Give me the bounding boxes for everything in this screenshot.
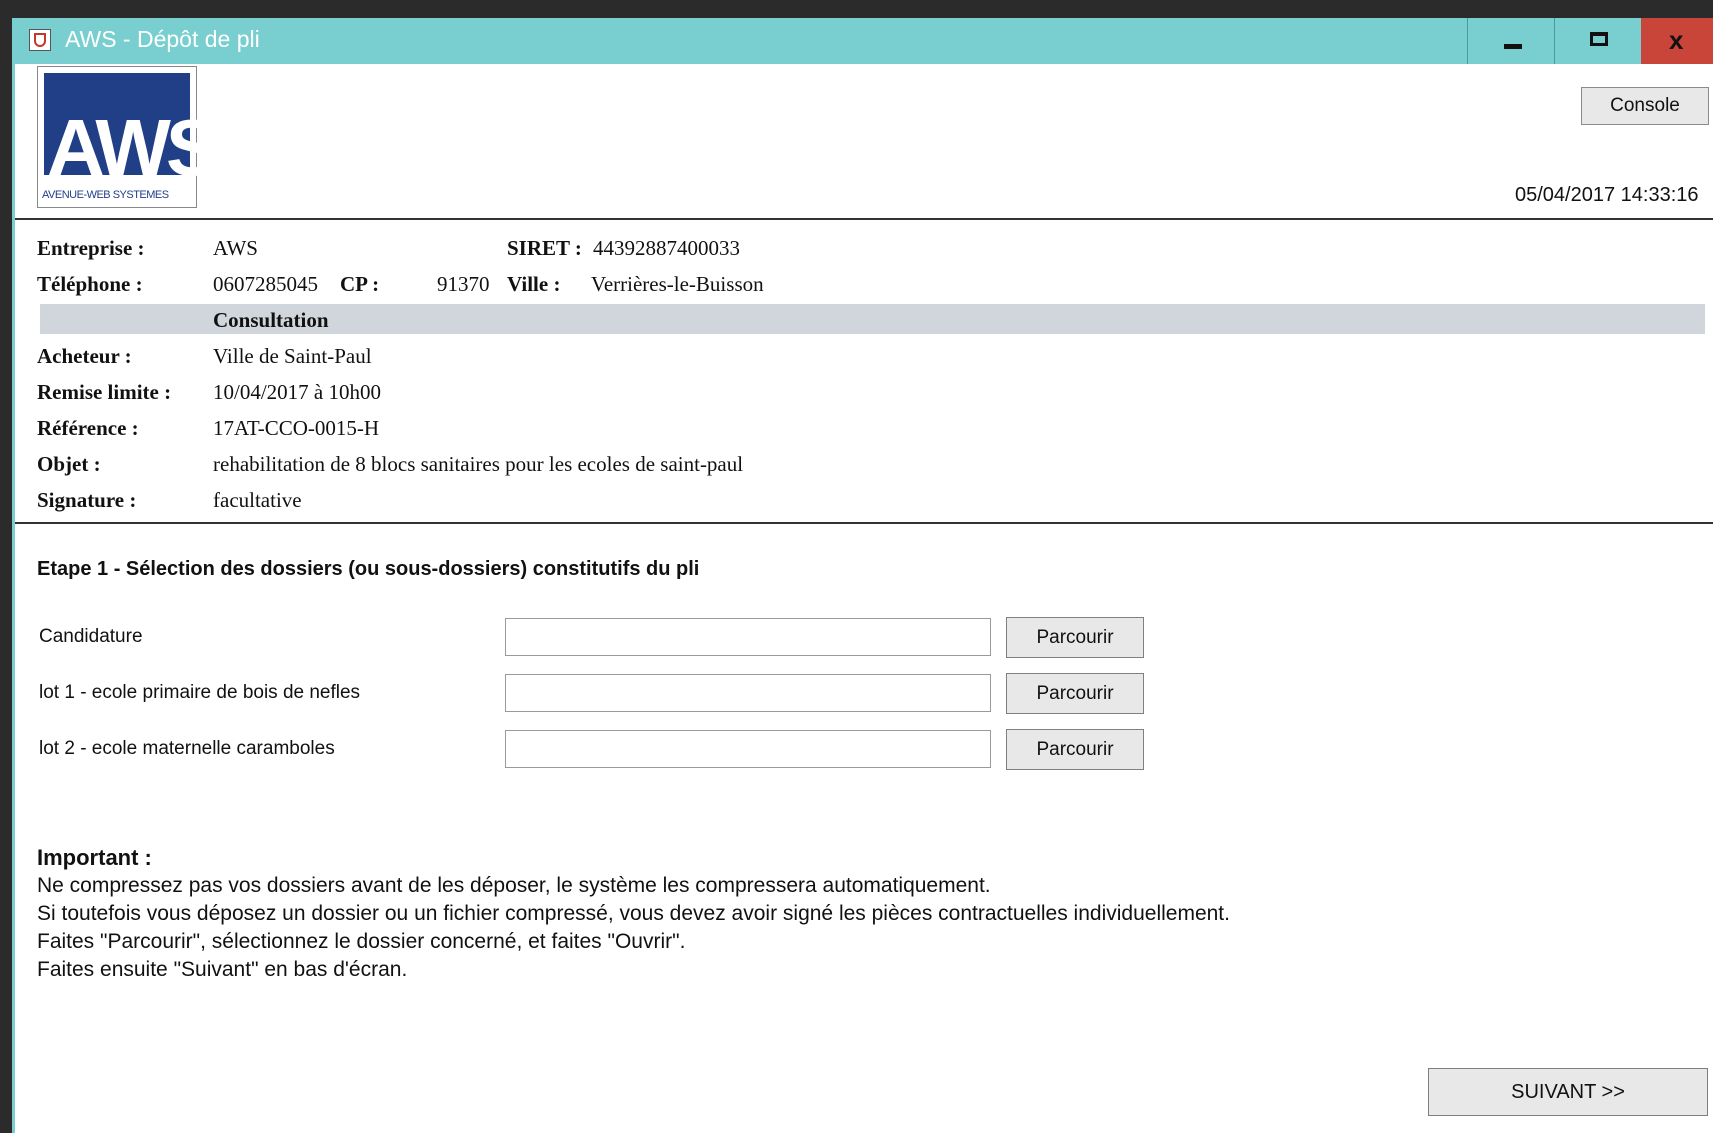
next-button[interactable]: SUIVANT >>	[1428, 1068, 1708, 1116]
ville-value: Verrières-le-Buisson	[591, 272, 764, 296]
candidature-path-input[interactable]	[505, 618, 991, 656]
entreprise-value: AWS	[213, 236, 258, 260]
candidature-label: Candidature	[39, 626, 143, 647]
important-line: Si toutefois vous déposez un dossier ou …	[37, 902, 1230, 925]
important-line: Ne compressez pas vos dossiers avant de …	[37, 874, 991, 897]
lot2-label: lot 2 - ecole maternelle caramboles	[39, 738, 335, 759]
title-bar[interactable]: AWS - Dépôt de pli x	[15, 18, 1713, 64]
siret-value: 44392887400033	[593, 236, 740, 260]
lot1-browse-button[interactable]: Parcourir	[1006, 673, 1144, 714]
window-title: AWS - Dépôt de pli	[65, 26, 260, 52]
reference-value: 17AT-CCO-0015-H	[213, 416, 380, 440]
lot1-label: lot 1 - ecole primaire de bois de nefles	[39, 682, 361, 703]
header-divider	[15, 218, 1713, 220]
important-line: Faites ensuite "Suivant" en bas d'écran.	[37, 958, 408, 981]
maximize-button[interactable]	[1554, 18, 1641, 64]
step-title: Etape 1 - Sélection des dossiers (ou sou…	[37, 558, 700, 580]
candidature-browse-button[interactable]: Parcourir	[1006, 617, 1144, 658]
lot1-path-input[interactable]	[505, 674, 991, 712]
console-button[interactable]: Console	[1581, 87, 1709, 125]
cp-value: 91370	[437, 272, 490, 296]
remise-value: 10/04/2017 à 10h00	[213, 380, 381, 404]
cp-label: CP :	[340, 272, 380, 296]
close-icon: x	[1669, 25, 1684, 55]
logo-block: AWS	[44, 73, 219, 188]
close-button[interactable]: x	[1641, 18, 1713, 64]
minimize-icon	[1504, 44, 1522, 49]
datetime: 05/04/2017 14:33:16	[1515, 184, 1699, 206]
consultation-title: Consultation	[213, 308, 329, 332]
important-line: Faites "Parcourir", sélectionnez le doss…	[37, 930, 686, 953]
ville-label: Ville :	[507, 272, 561, 296]
objet-value: rehabilitation de 8 blocs sanitaires pou…	[213, 452, 744, 476]
signature-label: Signature :	[37, 488, 137, 512]
aws-logo: AWS AVENUE-WEB SYSTEMES	[37, 66, 219, 208]
signature-value: facultative	[213, 488, 302, 512]
maximize-icon	[1590, 32, 1608, 46]
reference-label: Référence :	[37, 416, 139, 440]
objet-label: Objet :	[37, 452, 101, 476]
lot2-browse-button[interactable]: Parcourir	[1006, 729, 1144, 770]
telephone-value: 0607285045	[213, 272, 318, 296]
acheteur-label: Acheteur :	[37, 344, 132, 368]
telephone-label: Téléphone :	[37, 272, 143, 296]
important-title: Important :	[37, 845, 152, 870]
info-divider	[15, 522, 1713, 524]
lot2-path-input[interactable]	[505, 730, 991, 768]
logo-text: AWS	[47, 103, 219, 192]
siret-label: SIRET :	[507, 236, 582, 260]
app-window: AWS - Dépôt de pli x AWS AVENUE-WEB SYST…	[12, 18, 1713, 1133]
java-app-icon	[29, 29, 51, 51]
entreprise-label: Entreprise :	[37, 236, 145, 260]
minimize-button[interactable]	[1467, 18, 1554, 64]
logo-subtext: AVENUE-WEB SYSTEMES	[42, 189, 169, 201]
remise-label: Remise limite :	[37, 380, 172, 404]
acheteur-value: Ville de Saint-Paul	[213, 344, 372, 368]
